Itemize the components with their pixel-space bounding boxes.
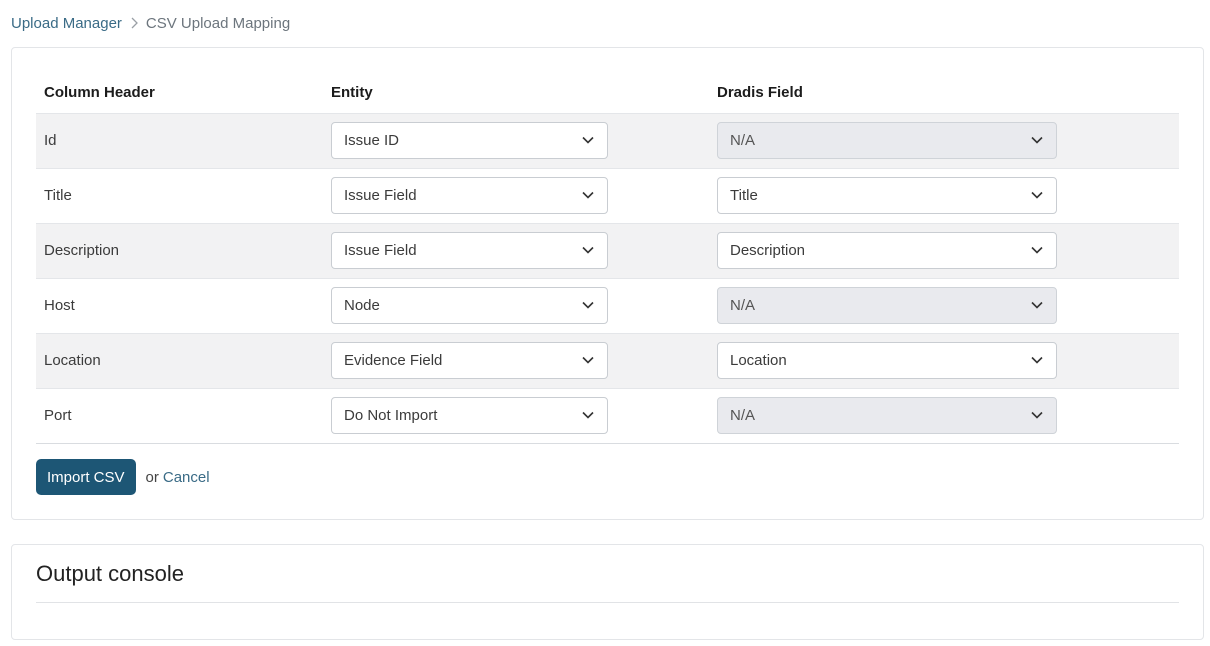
- entity-select[interactable]: Node: [331, 287, 608, 324]
- entity-select-value: Issue ID: [344, 132, 400, 149]
- table-row: Location Evidence Field Location: [36, 332, 1179, 388]
- entity-select[interactable]: Issue Field: [331, 177, 608, 214]
- chevron-down-icon: [582, 136, 594, 144]
- entity-cell: Issue Field: [323, 167, 709, 223]
- output-console-card: Output console: [11, 544, 1204, 640]
- table-row: Description Issue Field Description: [36, 222, 1179, 278]
- dradis-field-cell: Description: [709, 222, 1179, 278]
- mapping-table: Column Header Entity Dradis Field Id Issu…: [36, 72, 1179, 444]
- entity-cell: Issue ID: [323, 112, 709, 168]
- dradis-field-select[interactable]: Title: [717, 177, 1057, 214]
- table-header-row: Column Header Entity Dradis Field: [36, 72, 1179, 113]
- table-row: Title Issue Field Title: [36, 167, 1179, 223]
- breadcrumb: Upload Manager CSV Upload Mapping: [11, 12, 290, 34]
- cancel-link[interactable]: Cancel: [163, 469, 210, 486]
- entity-select[interactable]: Evidence Field: [331, 342, 608, 379]
- column-header-cell: Title: [36, 167, 323, 223]
- chevron-down-icon: [582, 301, 594, 309]
- dradis-field-select: N/A: [717, 287, 1057, 324]
- chevron-down-icon: [1031, 191, 1043, 199]
- dradis-field-cell: N/A: [709, 112, 1179, 168]
- dradis-field-cell: N/A: [709, 387, 1179, 444]
- dradis-field-select: N/A: [717, 122, 1057, 159]
- divider: [36, 602, 1179, 603]
- entity-select-value: Issue Field: [344, 187, 417, 204]
- entity-select[interactable]: Do Not Import: [331, 397, 608, 434]
- breadcrumb-current: CSV Upload Mapping: [145, 14, 291, 32]
- dradis-field-cell: Location: [709, 332, 1179, 388]
- dradis-field-select-value: Location: [730, 352, 787, 369]
- dradis-field-select-value: Title: [730, 187, 758, 204]
- form-actions: Import CSV or Cancel: [36, 459, 210, 495]
- entity-select-value: Evidence Field: [344, 352, 443, 369]
- entity-cell: Do Not Import: [323, 387, 709, 444]
- chevron-down-icon: [582, 191, 594, 199]
- import-csv-button[interactable]: Import CSV: [36, 459, 136, 495]
- entity-cell: Evidence Field: [323, 332, 709, 388]
- dradis-field-select-value: N/A: [730, 407, 756, 424]
- chevron-down-icon: [1031, 246, 1043, 254]
- chevron-down-icon: [582, 246, 594, 254]
- chevron-down-icon: [582, 356, 594, 364]
- chevron-down-icon: [1031, 136, 1043, 144]
- output-console-title: Output console: [36, 561, 184, 586]
- table-row: Id Issue ID N/A: [36, 112, 1179, 168]
- mapping-card: Column Header Entity Dradis Field Id Issu…: [11, 47, 1204, 520]
- entity-select-value: Node: [344, 297, 380, 314]
- column-header-cell: Host: [36, 277, 323, 333]
- entity-cell: Node: [323, 277, 709, 333]
- entity-select-value: Issue Field: [344, 242, 417, 259]
- dradis-field-select[interactable]: Description: [717, 232, 1057, 269]
- column-header-cell: Port: [36, 387, 323, 444]
- column-header-heading: Column Header: [44, 83, 155, 101]
- entity-cell: Issue Field: [323, 222, 709, 278]
- column-header-cell: Description: [36, 222, 323, 278]
- entity-select[interactable]: Issue Field: [331, 232, 608, 269]
- chevron-down-icon: [1031, 301, 1043, 309]
- entity-select-value: Do Not Import: [344, 407, 438, 424]
- entity-select[interactable]: Issue ID: [331, 122, 608, 159]
- table-row: Port Do Not Import N/A: [36, 387, 1179, 444]
- dradis-field-select[interactable]: Location: [717, 342, 1057, 379]
- dradis-field-cell: Title: [709, 167, 1179, 223]
- dradis-field-select-value: Description: [730, 242, 806, 259]
- chevron-down-icon: [582, 411, 594, 419]
- dradis-field-select-value: N/A: [730, 297, 756, 314]
- column-header-cell: Location: [36, 332, 323, 388]
- dradis-field-heading: Dradis Field: [717, 83, 803, 101]
- chevron-down-icon: [1031, 411, 1043, 419]
- dradis-field-select: N/A: [717, 397, 1057, 434]
- table-row: Host Node N/A: [36, 277, 1179, 333]
- breadcrumb-upload-manager-link[interactable]: Upload Manager: [11, 15, 122, 32]
- chevron-down-icon: [1031, 356, 1043, 364]
- chevron-right-icon: [131, 17, 138, 29]
- entity-heading: Entity: [331, 83, 373, 101]
- dradis-field-cell: N/A: [709, 277, 1179, 333]
- column-header-cell: Id: [36, 112, 323, 168]
- dradis-field-select-value: N/A: [730, 132, 756, 149]
- or-text: or: [145, 468, 159, 486]
